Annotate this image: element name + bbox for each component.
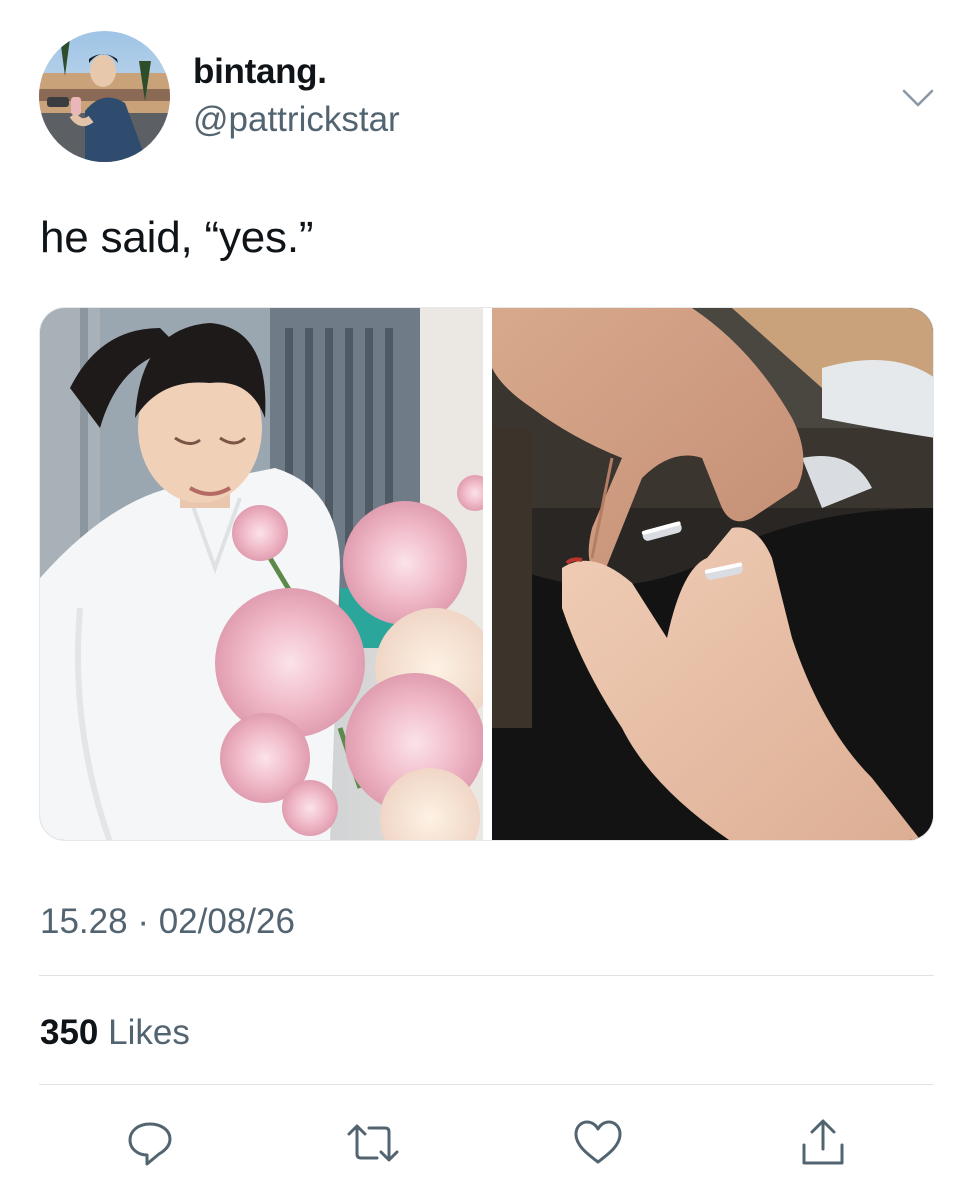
tweet-card: bintang. @pattrickstar he said, “yes.” 1… xyxy=(0,0,973,1200)
share-icon xyxy=(802,1119,844,1165)
timestamp-separator: · xyxy=(127,902,159,941)
likes-count: 350 xyxy=(40,1013,99,1052)
reply-icon xyxy=(128,1122,172,1166)
tweet-time: 15.28 xyxy=(40,902,128,941)
retweet-button[interactable] xyxy=(345,1115,401,1171)
retweet-icon xyxy=(347,1124,399,1162)
reply-button[interactable] xyxy=(122,1115,178,1171)
likes-label: Likes xyxy=(98,1013,190,1052)
tweet-media xyxy=(39,307,934,841)
tweet-text: he said, “yes.” xyxy=(40,213,314,262)
user-handle[interactable]: @pattrickstar xyxy=(193,100,400,140)
share-button[interactable] xyxy=(795,1115,851,1171)
like-button[interactable] xyxy=(570,1115,626,1171)
likes-stat[interactable]: 350 Likes xyxy=(40,1013,190,1053)
photo-man-with-peonies[interactable] xyxy=(40,308,483,840)
divider xyxy=(39,975,934,976)
avatar[interactable] xyxy=(39,31,170,162)
photo-hands-with-rings[interactable] xyxy=(492,308,933,840)
tweet-date: 02/08/26 xyxy=(158,902,295,941)
divider xyxy=(39,1084,934,1085)
heart-icon xyxy=(574,1120,622,1164)
timestamp[interactable]: 15.28 · 02/08/26 xyxy=(40,902,295,942)
avatar-photo xyxy=(39,31,170,162)
display-name[interactable]: bintang. xyxy=(193,52,327,92)
chevron-down-icon[interactable] xyxy=(898,84,938,112)
